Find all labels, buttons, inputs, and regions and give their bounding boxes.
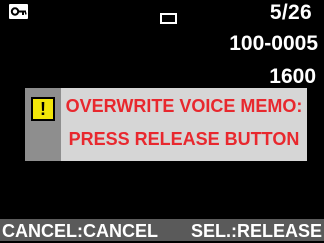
folder-file-number: 100-0005 — [229, 32, 318, 55]
release-hint[interactable]: SEL.:RELEASE — [191, 219, 322, 243]
dialog-icon-panel: ! — [25, 88, 61, 161]
key-protect-icon — [9, 4, 28, 19]
memory-card-icon — [160, 13, 177, 24]
cancel-hint[interactable]: CANCEL:CANCEL — [2, 219, 158, 243]
dialog-message-line1: OVERWRITE VOICE MEMO: — [65, 96, 303, 116]
button-guide-bar: CANCEL:CANCEL SEL.:RELEASE — [0, 219, 324, 241]
dialog-message-line2: PRESS RELEASE BUTTON — [68, 129, 300, 149]
warning-icon: ! — [31, 97, 55, 121]
camera-screen: 5/26 100-0005 1600 ! OVERWRITE VOICE MEM… — [0, 0, 324, 241]
iso-value: 1600 — [269, 65, 316, 88]
frame-count: 5/26 — [269, 1, 312, 24]
overwrite-dialog: ! OVERWRITE VOICE MEMO: PRESS RELEASE BU… — [25, 88, 307, 161]
